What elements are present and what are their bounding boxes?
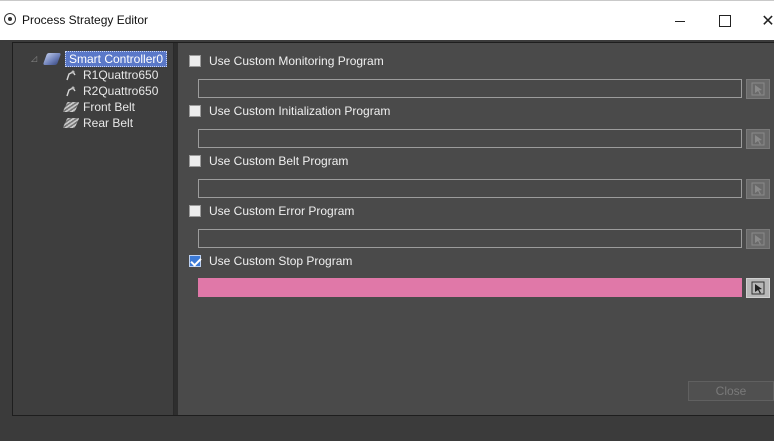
tree-item-label: Front Belt: [83, 100, 136, 114]
monitoring-program-checkbox[interactable]: [189, 55, 201, 67]
stop-program-field[interactable]: [198, 278, 742, 297]
browse-icon: [751, 281, 765, 295]
tree-expand-icon[interactable]: ◿: [31, 55, 38, 63]
tree-item-r1quattro650[interactable]: R1Quattro650: [65, 68, 158, 82]
monitoring-program-browse-button[interactable]: [746, 79, 770, 99]
belt-icon: [62, 102, 80, 112]
tree-item-label: R1Quattro650: [83, 68, 159, 82]
belt-program-option[interactable]: Use Custom Belt Program: [189, 154, 348, 168]
robot-icon: [66, 86, 76, 97]
title-bar: Process Strategy Editor ✕: [0, 0, 774, 40]
error-program-label: Use Custom Error Program: [209, 204, 355, 218]
error-program-browse-button[interactable]: [746, 229, 770, 249]
tree-item-label: R2Quattro650: [83, 84, 159, 98]
maximize-icon: [719, 15, 731, 27]
controller-icon: [42, 53, 62, 65]
monitoring-program-label: Use Custom Monitoring Program: [209, 54, 384, 68]
error-program-checkbox[interactable]: [189, 205, 201, 217]
window-title: Process Strategy Editor: [22, 13, 149, 27]
browse-icon: [751, 82, 765, 96]
close-icon: ✕: [761, 13, 774, 30]
stop-program-option[interactable]: Use Custom Stop Program: [189, 254, 352, 268]
close-window-button[interactable]: ✕: [748, 7, 774, 35]
app-icon: [4, 13, 16, 25]
minimize-button[interactable]: [660, 7, 700, 35]
robot-icon: [66, 70, 76, 81]
tree-item-front-belt[interactable]: Front Belt: [62, 100, 136, 114]
browse-icon: [751, 232, 765, 246]
close-button[interactable]: Close: [688, 381, 774, 401]
error-program-option[interactable]: Use Custom Error Program: [189, 204, 354, 218]
stop-program-checkbox[interactable]: [189, 255, 201, 267]
initialization-program-browse-button[interactable]: [746, 129, 770, 149]
monitoring-program-field[interactable]: [198, 79, 742, 98]
browse-icon: [751, 132, 765, 146]
monitoring-program-option[interactable]: Use Custom Monitoring Program: [189, 54, 384, 68]
tree-item-rear-belt[interactable]: Rear Belt: [62, 116, 134, 130]
initialization-program-label: Use Custom Initialization Program: [209, 104, 391, 118]
minimize-icon: [675, 20, 685, 22]
belt-program-checkbox[interactable]: [189, 155, 201, 167]
belt-program-label: Use Custom Belt Program: [209, 154, 349, 168]
stop-program-browse-button[interactable]: [746, 278, 770, 298]
stop-program-label: Use Custom Stop Program: [209, 254, 353, 268]
initialization-program-checkbox[interactable]: [189, 105, 201, 117]
tree-item-smart-controller[interactable]: Smart Controller0: [42, 51, 168, 67]
error-program-field[interactable]: [198, 229, 742, 248]
tree-item-r2quattro650[interactable]: R2Quattro650: [65, 84, 158, 98]
initialization-program-option[interactable]: Use Custom Initialization Program: [189, 104, 390, 118]
belt-program-browse-button[interactable]: [746, 179, 770, 199]
tree-panel: [13, 43, 174, 415]
tree-item-label: Rear Belt: [83, 116, 134, 130]
maximize-button[interactable]: [705, 7, 745, 35]
initialization-program-field[interactable]: [198, 129, 742, 148]
belt-icon: [62, 118, 80, 128]
browse-icon: [751, 182, 765, 196]
belt-program-field[interactable]: [198, 179, 742, 198]
tree-item-label: Smart Controller0: [65, 51, 168, 67]
